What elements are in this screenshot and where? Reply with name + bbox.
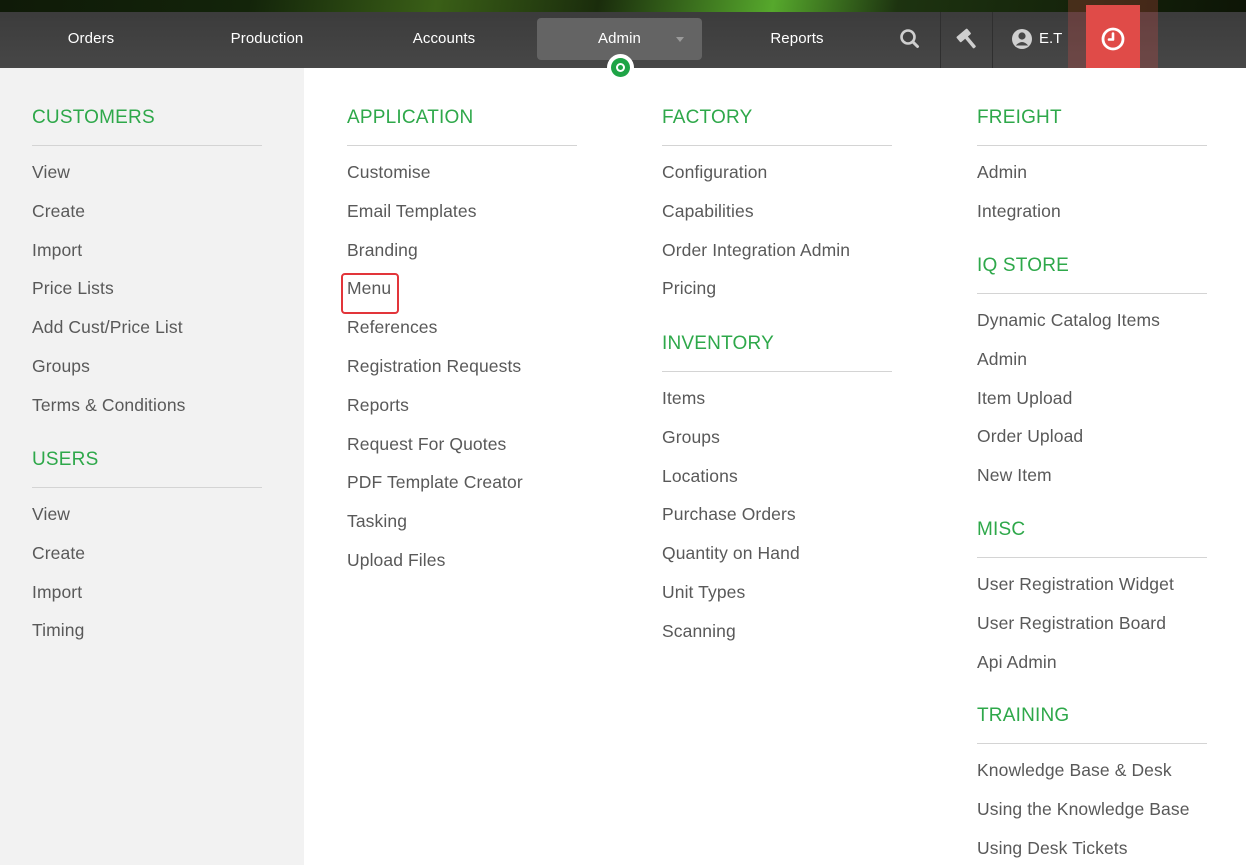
menu-item-using-knowledge-base[interactable]: Using the Knowledge Base [977, 797, 1190, 836]
menu-item-knowledge-base-desk[interactable]: Knowledge Base & Desk [977, 758, 1190, 797]
section-divider [662, 145, 892, 146]
clock-icon [1086, 5, 1140, 68]
menu-item-references[interactable]: References [347, 315, 523, 354]
section-training: TRAINING Knowledge Base & Desk Using the… [977, 704, 1207, 728]
menu-item-capabilities[interactable]: Capabilities [662, 199, 850, 238]
section-title: USERS [32, 448, 262, 472]
menu-item-order-integration-admin[interactable]: Order Integration Admin [662, 238, 850, 277]
menu-item-upload-files[interactable]: Upload Files [347, 548, 523, 587]
section-freight: FREIGHT Admin Integration [977, 106, 1207, 130]
menu-item-inventory-groups[interactable]: Groups [662, 425, 800, 464]
menu-item-configuration[interactable]: Configuration [662, 160, 850, 199]
section-divider [662, 371, 892, 372]
menu-item-registration-requests[interactable]: Registration Requests [347, 354, 523, 393]
menu-item-item-upload[interactable]: Item Upload [977, 386, 1160, 425]
menu-item-users-view[interactable]: View [32, 502, 85, 541]
section-divider [347, 145, 577, 146]
menu-item-api-admin[interactable]: Api Admin [977, 650, 1174, 689]
section-title: TRAINING [977, 704, 1207, 728]
menu-item-store-admin[interactable]: Admin [977, 347, 1160, 386]
user-initials: E.T [1039, 18, 1062, 60]
section-factory: FACTORY Configuration Capabilities Order… [662, 106, 892, 130]
section-title: IQ STORE [977, 254, 1207, 278]
menu-item-branding[interactable]: Branding [347, 238, 523, 277]
menu-item-users-create[interactable]: Create [32, 541, 85, 580]
menu-item-tasking[interactable]: Tasking [347, 509, 523, 548]
section-divider [977, 743, 1207, 744]
nav-orders[interactable]: Orders [31, 18, 151, 60]
section-divider [977, 557, 1207, 558]
section-inventory: INVENTORY Items Groups Locations Purchas… [662, 332, 892, 356]
section-title: INVENTORY [662, 332, 892, 356]
menu-item-customer-groups[interactable]: Groups [32, 354, 186, 393]
section-users: USERS View Create Import Timing [32, 448, 262, 472]
section-divider [32, 487, 262, 488]
menu-item-new-item[interactable]: New Item [977, 463, 1160, 502]
clock-button[interactable] [1086, 5, 1140, 68]
section-divider [977, 293, 1207, 294]
section-title: MISC [977, 518, 1207, 542]
menu-item-order-upload[interactable]: Order Upload [977, 424, 1160, 463]
section-divider [32, 145, 262, 146]
menu-item-customers-view[interactable]: View [32, 160, 186, 199]
section-customers: CUSTOMERS View Create Import Price Lists… [32, 106, 262, 130]
menu-item-request-for-quotes[interactable]: Request For Quotes [347, 432, 523, 471]
menu-item-users-import[interactable]: Import [32, 580, 85, 619]
menu-item-unit-types[interactable]: Unit Types [662, 580, 800, 619]
menu-item-user-registration-board[interactable]: User Registration Board [977, 611, 1174, 650]
menu-item-purchase-orders[interactable]: Purchase Orders [662, 502, 800, 541]
menu-item-items[interactable]: Items [662, 386, 800, 425]
menu-item-terms-conditions[interactable]: Terms & Conditions [32, 393, 186, 432]
menu-item-customise[interactable]: Customise [347, 160, 523, 199]
search-icon [888, 18, 932, 60]
active-nav-indicator [607, 54, 634, 81]
tools-button[interactable] [946, 18, 990, 60]
nav-reports[interactable]: Reports [737, 18, 857, 60]
nav-production[interactable]: Production [207, 18, 327, 60]
menu-item-pricing[interactable]: Pricing [662, 276, 850, 315]
menu-item-freight-integration[interactable]: Integration [977, 199, 1061, 238]
menu-item-using-desk-tickets[interactable]: Using Desk Tickets [977, 836, 1190, 865]
menu-item-pdf-template-creator[interactable]: PDF Template Creator [347, 470, 523, 509]
menu-item-customers-import[interactable]: Import [32, 238, 186, 277]
header-banner-stripe [0, 0, 1246, 12]
menu-item-email-templates[interactable]: Email Templates [347, 199, 523, 238]
section-title: CUSTOMERS [32, 106, 262, 130]
menu-item-users-timing[interactable]: Timing [32, 618, 85, 657]
nav-divider [940, 12, 941, 68]
section-divider [977, 145, 1207, 146]
user-avatar-icon [1007, 18, 1037, 60]
menu-item-menu[interactable]: Menu [347, 276, 523, 315]
menu-item-add-cust-price-list[interactable]: Add Cust/Price List [32, 315, 186, 354]
hammer-icon [946, 18, 990, 60]
menu-item-customers-create[interactable]: Create [32, 199, 186, 238]
nav-divider [992, 12, 993, 68]
chevron-down-icon [676, 37, 684, 42]
section-title: FREIGHT [977, 106, 1207, 130]
search-button[interactable] [888, 18, 932, 60]
section-misc: MISC User Registration Widget User Regis… [977, 518, 1207, 542]
user-menu-button[interactable]: E.T [1003, 18, 1078, 60]
menu-item-user-registration-widget[interactable]: User Registration Widget [977, 572, 1174, 611]
menu-item-locations[interactable]: Locations [662, 464, 800, 503]
nav-accounts[interactable]: Accounts [384, 18, 504, 60]
menu-item-scanning[interactable]: Scanning [662, 619, 800, 658]
menu-item-freight-admin[interactable]: Admin [977, 160, 1061, 199]
section-iq-store: IQ STORE Dynamic Catalog Items Admin Ite… [977, 254, 1207, 278]
menu-item-price-lists[interactable]: Price Lists [32, 276, 186, 315]
menu-item-dynamic-catalog-items[interactable]: Dynamic Catalog Items [977, 308, 1160, 347]
section-application: APPLICATION Customise Email Templates Br… [347, 106, 577, 130]
menu-item-quantity-on-hand[interactable]: Quantity on Hand [662, 541, 800, 580]
section-title: APPLICATION [347, 106, 577, 130]
highlight-box [341, 273, 399, 314]
section-title: FACTORY [662, 106, 892, 130]
menu-item-reports[interactable]: Reports [347, 393, 523, 432]
